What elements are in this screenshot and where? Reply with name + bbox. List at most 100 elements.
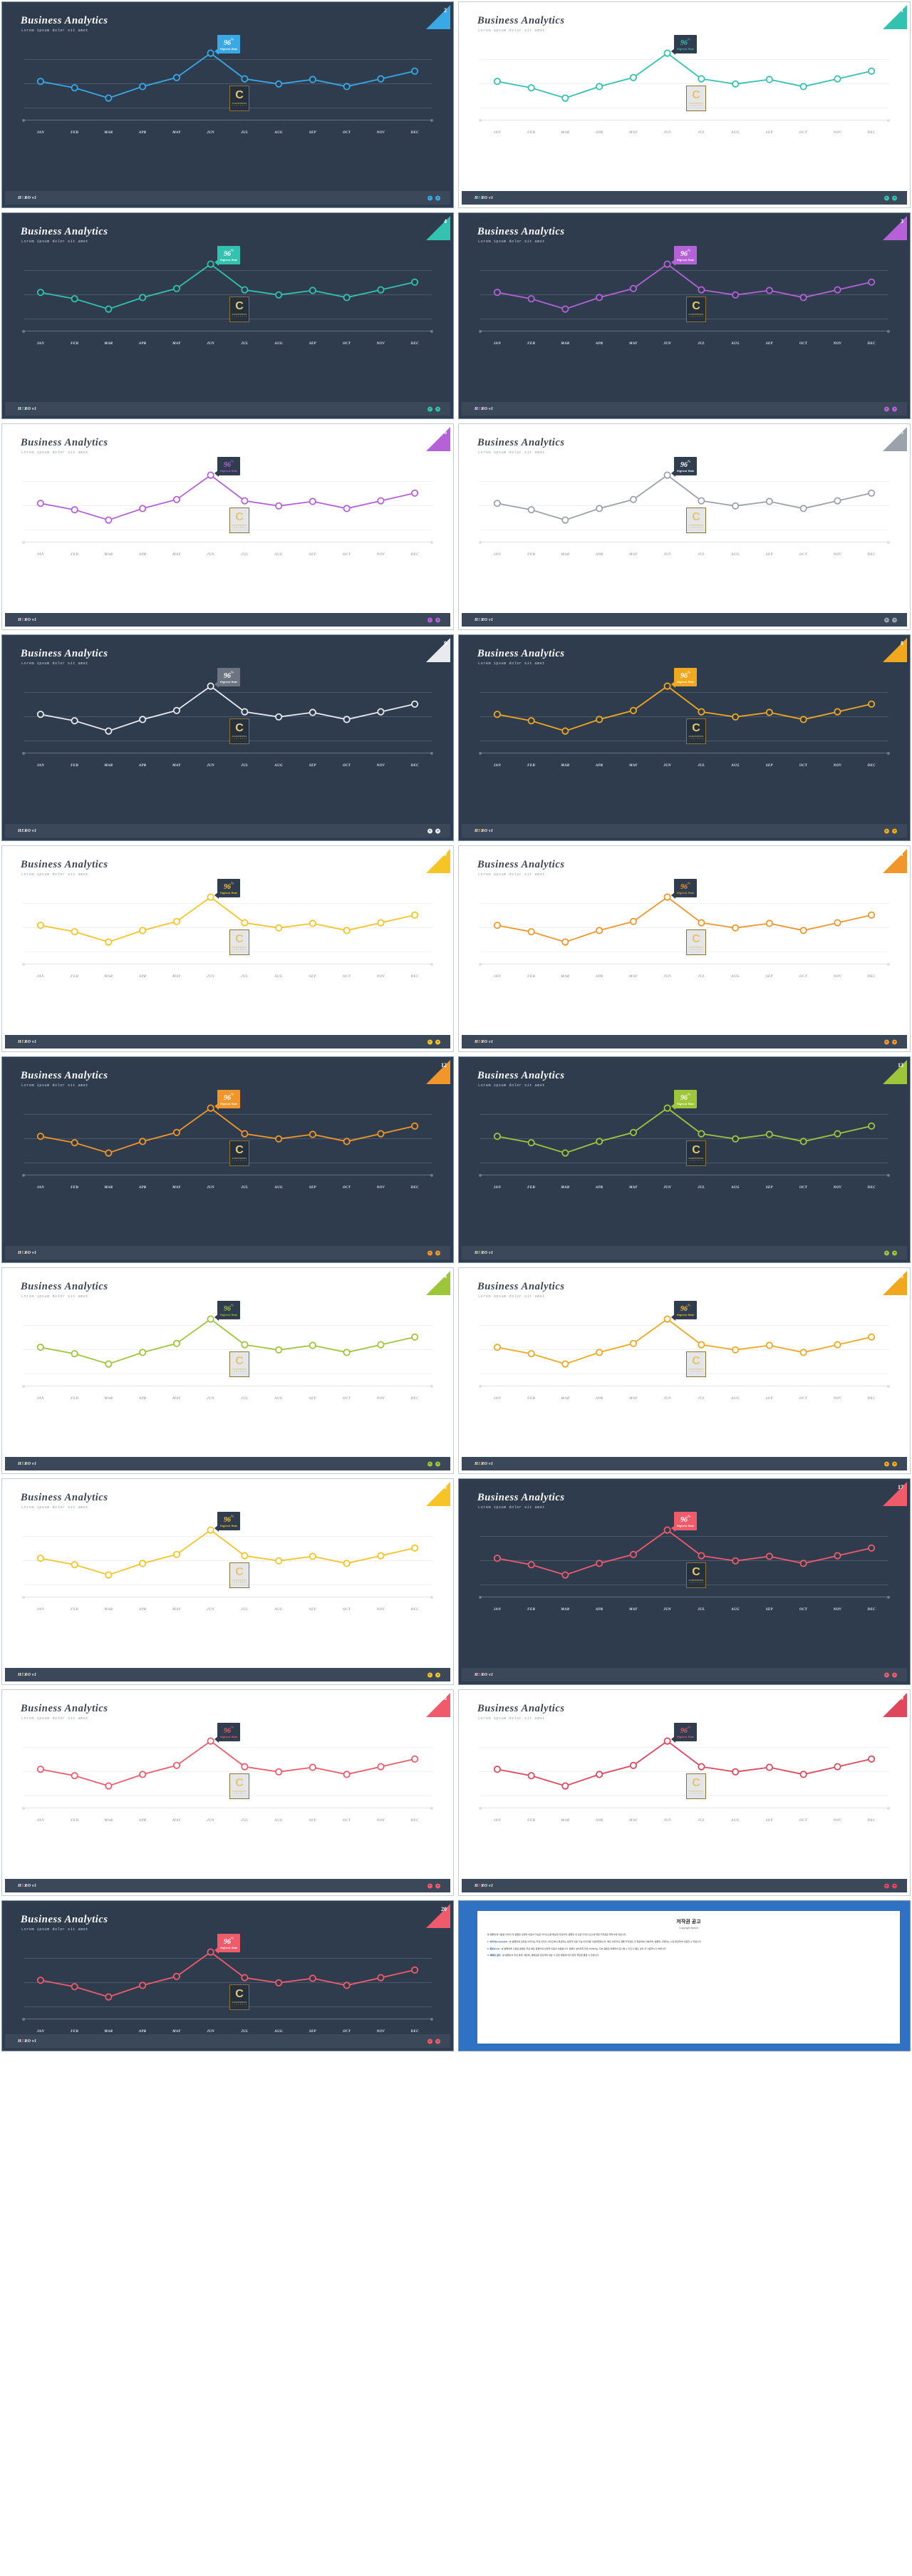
nav-next-icon[interactable] xyxy=(892,406,897,411)
slide-nav[interactable] xyxy=(884,406,897,411)
slide-thumbnail[interactable]: 3 Business Analytics Lorem ipsum dolor s… xyxy=(458,212,911,419)
slide-thumbnail[interactable]: 13 Business Analytics Lorem ipsum dolor … xyxy=(458,1056,911,1263)
month-label: FEB xyxy=(71,975,79,979)
slide-nav[interactable] xyxy=(428,406,440,411)
contents-watermark: C CONTENTS C O N T E N T S xyxy=(229,1773,249,1799)
month-label: NOV xyxy=(833,764,842,768)
watermark-line2: C O N T E N T S xyxy=(232,738,247,740)
slide-nav[interactable] xyxy=(884,1461,897,1466)
nav-next-icon[interactable] xyxy=(435,1039,440,1044)
nav-next-icon[interactable] xyxy=(892,828,897,833)
contents-watermark: C CONTENTS C O N T E N T S xyxy=(229,1562,249,1588)
axis-end-dot xyxy=(887,1596,890,1599)
slide-nav[interactable] xyxy=(884,1672,897,1677)
slide-nav[interactable] xyxy=(884,195,897,200)
slide-nav[interactable] xyxy=(428,828,440,833)
slide-thumbnail[interactable]: 15 Business Analytics Lorem ipsum dolor … xyxy=(458,1267,911,1474)
x-axis-labels: JAN FEB MAR APR MAY JUN JUL AUG SEP OCT NOV DEC xyxy=(24,342,432,346)
slide-thumbnail[interactable]: 6 Business Analytics Lorem ipsum dolor s… xyxy=(1,423,454,630)
slide-thumbnail[interactable]: 19 Business Analytics Lorem ipsum dolor … xyxy=(458,1689,911,1896)
nav-prev-icon[interactable] xyxy=(884,617,889,622)
nav-prev-icon[interactable] xyxy=(428,1672,432,1677)
nav-prev-icon[interactable] xyxy=(884,1250,889,1255)
copyright-notice-slide[interactable]: 저작권 공고 Copyright Notice 본 템플릿에 사용된 이미지 및… xyxy=(458,1900,911,2051)
slide-thumbnail[interactable]: 10 Business Analytics Lorem ipsum dolor … xyxy=(1,845,454,1052)
nav-next-icon[interactable] xyxy=(435,1672,440,1677)
slide-nav[interactable] xyxy=(428,1461,440,1466)
nav-next-icon[interactable] xyxy=(892,1039,897,1044)
nav-next-icon[interactable] xyxy=(435,828,440,833)
nav-prev-icon[interactable] xyxy=(884,406,889,411)
nav-next-icon[interactable] xyxy=(892,1883,897,1888)
chart-data-points xyxy=(493,682,876,735)
month-label: DEC xyxy=(867,131,876,135)
slide-nav[interactable] xyxy=(884,1250,897,1255)
slide-thumbnail[interactable]: 2 Business Analytics Lorem ipsum dolor s… xyxy=(1,1,454,208)
month-label: JAN xyxy=(36,553,45,557)
nav-prev-icon[interactable] xyxy=(884,828,889,833)
nav-prev-icon[interactable] xyxy=(884,1461,889,1466)
month-label: AUG xyxy=(274,2030,283,2034)
slide-thumbnail[interactable]: 12 Business Analytics Lorem ipsum dolor … xyxy=(1,1056,454,1263)
slide-nav[interactable] xyxy=(428,1039,440,1044)
nav-next-icon[interactable] xyxy=(892,1672,897,1677)
nav-next-icon[interactable] xyxy=(892,617,897,622)
slide-nav[interactable] xyxy=(428,617,440,622)
nav-next-icon[interactable] xyxy=(435,1461,440,1466)
nav-prev-icon[interactable] xyxy=(428,195,432,200)
nav-prev-icon[interactable] xyxy=(884,1672,889,1677)
nav-prev-icon[interactable] xyxy=(884,1039,889,1044)
slide-nav[interactable] xyxy=(428,1672,440,1677)
nav-next-icon[interactable] xyxy=(892,1250,897,1255)
nav-prev-icon[interactable] xyxy=(884,1883,889,1888)
watermark-letter: C xyxy=(692,1355,700,1367)
nav-next-icon[interactable] xyxy=(435,1883,440,1888)
tooltip-label: Highest Rate xyxy=(677,259,695,262)
month-label: MAY xyxy=(172,1397,181,1401)
slide-thumbnail[interactable]: 4 Business Analytics Lorem ipsum dolor s… xyxy=(1,212,454,419)
slide-nav[interactable] xyxy=(428,195,440,200)
slide-nav[interactable] xyxy=(428,1250,440,1255)
slide-nav[interactable] xyxy=(884,617,897,622)
nav-prev-icon[interactable] xyxy=(428,2039,432,2044)
nav-prev-icon[interactable] xyxy=(428,1461,432,1466)
slide-nav[interactable] xyxy=(428,1883,440,1888)
slide-thumbnail[interactable]: 18 Business Analytics Lorem ipsum dolor … xyxy=(1,1689,454,1896)
slide-thumbnail[interactable]: 5 Business Analytics Lorem ipsum dolor s… xyxy=(458,423,911,630)
peak-tooltip: 96% Highest Rate xyxy=(674,879,698,897)
slide-thumbnail[interactable]: 11 Business Analytics Lorem ipsum dolor … xyxy=(458,845,911,1052)
peak-tooltip: 96% Highest Rate xyxy=(217,35,241,53)
month-label: DEC xyxy=(867,1608,876,1612)
slide-thumbnail[interactable]: 20 Business Analytics Lorem ipsum dolor … xyxy=(1,1900,454,2051)
nav-next-icon[interactable] xyxy=(435,406,440,411)
slide-nav[interactable] xyxy=(884,1883,897,1888)
nav-prev-icon[interactable] xyxy=(428,1039,432,1044)
nav-prev-icon[interactable] xyxy=(428,1250,432,1255)
nav-next-icon[interactable] xyxy=(892,1461,897,1466)
month-label: DEC xyxy=(410,1608,419,1612)
month-label: JAN xyxy=(36,131,45,135)
slide-subtitle: Lorem ipsum dolor sit amet xyxy=(478,1294,545,1299)
peak-tooltip: 96% Highest Rate xyxy=(217,1723,241,1741)
slide-nav[interactable] xyxy=(884,828,897,833)
nav-prev-icon[interactable] xyxy=(428,1883,432,1888)
nav-next-icon[interactable] xyxy=(435,617,440,622)
nav-prev-icon[interactable] xyxy=(884,195,889,200)
nav-prev-icon[interactable] xyxy=(428,406,432,411)
nav-next-icon[interactable] xyxy=(892,195,897,200)
slide-nav[interactable] xyxy=(884,1039,897,1044)
watermark-letter: C xyxy=(692,1777,700,1789)
nav-next-icon[interactable] xyxy=(435,2039,440,2044)
nav-next-icon[interactable] xyxy=(435,1250,440,1255)
slide-thumbnail[interactable]: 8 Business Analytics Lorem ipsum dolor s… xyxy=(458,634,911,841)
nav-prev-icon[interactable] xyxy=(428,828,432,833)
nav-prev-icon[interactable] xyxy=(428,617,432,622)
slide-thumbnail[interactable]: 16 Business Analytics Lorem ipsum dolor … xyxy=(1,1478,454,1685)
slide-thumbnail[interactable]: 14 Business Analytics Lorem ipsum dolor … xyxy=(1,1267,454,1474)
slide-thumbnail[interactable]: 1 Business Analytics Lorem ipsum dolor s… xyxy=(458,1,911,208)
x-axis-labels: JAN FEB MAR APR MAY JUN JUL AUG SEP OCT NOV DEC xyxy=(24,1819,432,1823)
slide-thumbnail[interactable]: 9 Business Analytics Lorem ipsum dolor s… xyxy=(1,634,454,841)
slide-thumbnail[interactable]: 17 Business Analytics Lorem ipsum dolor … xyxy=(458,1478,911,1685)
slide-nav[interactable] xyxy=(428,2039,440,2044)
nav-next-icon[interactable] xyxy=(435,195,440,200)
